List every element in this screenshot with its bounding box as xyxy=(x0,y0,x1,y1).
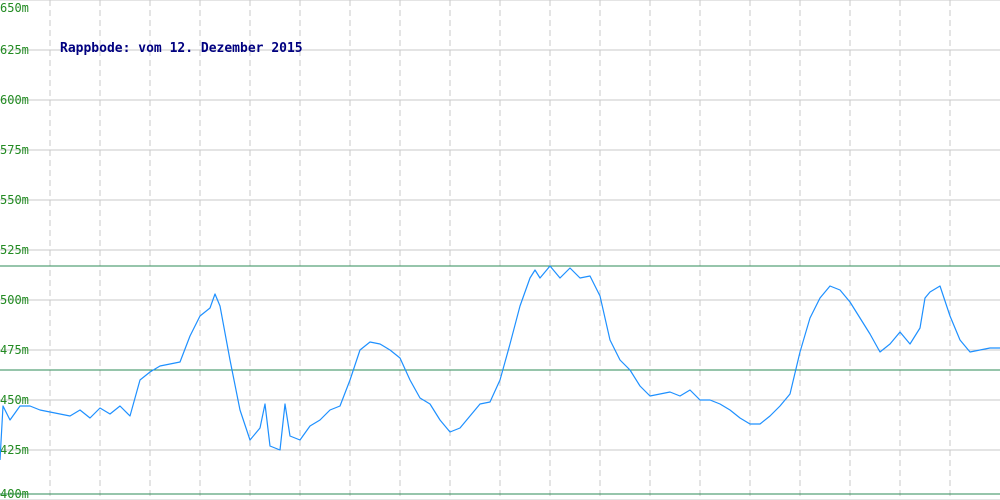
y-tick-label: 625m xyxy=(0,43,29,57)
chart-title: Rappbode: vom 12. Dezember 2015 xyxy=(60,41,303,56)
y-axis-ticks: 650m 625m 600m 575m 550m 525m 500m 475m 450m 425m… xyxy=(0,1,29,500)
y-tick-label: 550m xyxy=(0,193,29,207)
grid xyxy=(0,0,1000,500)
y-tick-label: 600m xyxy=(0,93,29,107)
y-tick-label: 525m xyxy=(0,243,29,257)
y-tick-label: 575m xyxy=(0,143,29,157)
y-tick-label: 450m xyxy=(0,393,29,407)
y-tick-label: 475m xyxy=(0,343,29,357)
y-tick-label: 650m xyxy=(0,1,29,15)
y-tick-label: 500m xyxy=(0,293,29,307)
elevation-chart: 650m 625m 600m 575m 550m 525m 500m 475m 450m 425m… xyxy=(0,0,1000,500)
y-tick-label: 400m xyxy=(0,487,29,500)
y-tick-label: 425m xyxy=(0,443,29,457)
